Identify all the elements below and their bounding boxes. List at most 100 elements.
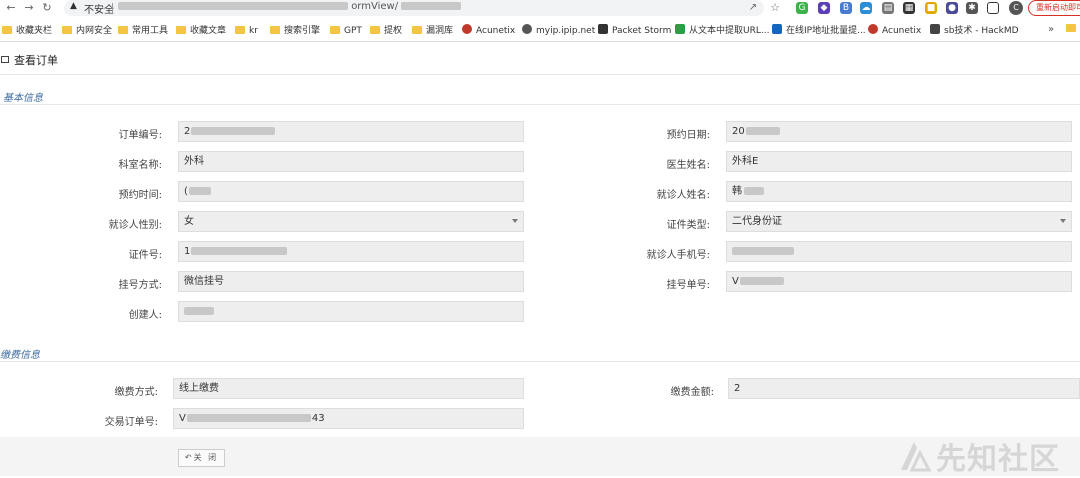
close-button[interactable]: ↶ 关 闭 <box>178 449 225 467</box>
bookmark-label: 收藏夹栏 <box>16 26 53 36</box>
folder-icon <box>1066 24 1076 32</box>
amount-field[interactable]: 2 <box>728 378 1080 399</box>
folder-icon <box>270 26 280 34</box>
reload-icon[interactable]: ↻ <box>40 1 54 15</box>
puzzle-icon[interactable]: ✱ <box>966 2 978 14</box>
bookmark-acunetix-2[interactable]: Acunetix <box>868 24 921 38</box>
page-title: 查看订单 <box>14 54 58 67</box>
extension-purple-icon[interactable]: ◆ <box>818 2 830 14</box>
gender-select[interactable]: 女 <box>178 211 524 232</box>
bookmark-label: 搜索引擎 <box>284 26 321 36</box>
reg-method-field[interactable]: 微信挂号 <box>178 271 524 292</box>
bookmarks-bar: 收藏夹栏 内网安全 常用工具 收藏文章 kr 搜索引擎 GPT 提权 漏洞库 A… <box>0 20 1080 42</box>
bookmark-folder-articles[interactable]: 收藏文章 <box>176 24 226 38</box>
doctor-value: 外科E <box>732 156 759 167</box>
star-icon[interactable]: ☆ <box>768 1 782 15</box>
redacted-value <box>732 247 794 255</box>
bookmark-folder-privesc[interactable]: 提权 <box>370 24 402 38</box>
divider <box>112 3 113 13</box>
redacted-value <box>739 277 784 285</box>
packetstorm-icon <box>598 24 608 34</box>
bookmark-ip-batch[interactable]: 在线IP地址批量提... <box>772 24 866 38</box>
trade-no-field[interactable]: V 43 <box>173 408 524 429</box>
bookmark-folder-kr[interactable]: kr <box>235 24 258 38</box>
bookmark-label: 漏洞库 <box>426 26 454 36</box>
folder-icon <box>62 26 72 34</box>
creator-field[interactable] <box>178 301 524 322</box>
globe-icon <box>522 24 532 34</box>
appoint-date-field[interactable]: 20 <box>726 121 1072 142</box>
id-no-field[interactable]: 1 <box>178 241 524 262</box>
extension-green-icon[interactable]: G <box>796 2 808 14</box>
section-title-payment: 缴费信息 <box>0 350 40 361</box>
id-type-select[interactable]: 二代身份证 <box>726 211 1072 232</box>
redacted-value <box>184 307 214 315</box>
document-extension-icon[interactable]: ▤ <box>882 2 894 14</box>
dept-value: 外科 <box>184 156 204 167</box>
bookmark-myip[interactable]: myip.ipip.net <box>522 24 595 38</box>
reg-no-field[interactable]: V <box>726 271 1072 292</box>
acunetix-icon <box>462 24 472 34</box>
folder-extension-icon[interactable]: ■ <box>925 2 937 14</box>
back-icon[interactable]: ← <box>4 1 18 15</box>
folder-icon <box>235 26 245 34</box>
appoint-time-value: ( <box>184 186 188 197</box>
section-title-basic: 基本信息 <box>3 93 43 104</box>
bookmark-folder-tools[interactable]: 常用工具 <box>118 24 168 38</box>
order-no-field[interactable]: 2 <box>178 121 524 142</box>
order-no-label: 订单编号: <box>118 130 162 141</box>
folder-icon <box>330 26 340 34</box>
patient-name-field[interactable]: 韩 <box>726 181 1072 202</box>
bookmark-folder-favorites[interactable]: 收藏夹栏 <box>2 24 52 38</box>
folder-icon <box>2 26 12 34</box>
bookmarks-overflow-button[interactable]: » <box>1048 24 1054 35</box>
id-no-label: 证件号: <box>128 250 162 261</box>
page-header: 查看订单 <box>0 45 1080 75</box>
forward-icon[interactable]: → <box>22 1 36 15</box>
redacted-value <box>191 127 276 135</box>
creator-label: 创建人: <box>128 310 162 321</box>
url-visible-text: ormView/ <box>351 1 399 12</box>
patient-name-label: 就诊人姓名: <box>656 190 710 201</box>
bookmark-hackmd[interactable]: sb技术 - HackMD <box>930 24 1019 38</box>
bookmark-folder-vulndb[interactable]: 漏洞库 <box>412 24 453 38</box>
bookmark-extract-url[interactable]: 从文本中提取URL... <box>675 24 769 38</box>
bookmark-label: sb技术 - HackMD <box>944 26 1019 36</box>
bookmark-label: myip.ipip.net <box>536 26 596 36</box>
appoint-time-field[interactable]: ( <box>178 181 524 202</box>
bookmark-folder-other[interactable] <box>1066 24 1080 34</box>
reg-no-label: 挂号单号: <box>666 280 710 291</box>
sidebar-icon[interactable] <box>987 2 999 14</box>
phone-field[interactable] <box>726 241 1072 262</box>
bookmark-folder-gpt[interactable]: GPT <box>330 24 362 38</box>
bookmark-label: Acunetix <box>476 26 516 36</box>
bookmark-folder-search[interactable]: 搜索引擎 <box>270 24 320 38</box>
appoint-date-value: 20 <box>732 126 745 137</box>
bookmark-acunetix[interactable]: Acunetix <box>462 24 515 38</box>
extension-blue-icon[interactable]: B <box>840 2 852 14</box>
amount-label: 缴费金额: <box>670 387 714 398</box>
bookmark-label: 从文本中提取URL... <box>689 26 770 36</box>
bookmark-label: kr <box>249 26 258 36</box>
cloud-extension-icon[interactable]: ☁ <box>860 2 872 14</box>
redacted-value <box>191 247 288 255</box>
pay-method-field[interactable]: 线上缴费 <box>173 378 524 399</box>
dept-field[interactable]: 外科 <box>178 151 524 172</box>
grid-extension-icon[interactable]: ▦ <box>903 2 915 14</box>
gender-value: 女 <box>184 216 194 227</box>
bookmark-label: 收藏文章 <box>190 26 227 36</box>
reg-method-value: 微信挂号 <box>184 276 224 287</box>
bookmark-packetstorm[interactable]: Packet Storm <box>598 24 671 38</box>
restart-button[interactable]: 重新启动即可 <box>1028 0 1080 16</box>
doctor-field[interactable]: 外科E <box>726 151 1072 172</box>
circle-extension-icon[interactable]: ● <box>946 2 958 14</box>
folder-icon <box>118 26 128 34</box>
list-icon <box>1 56 9 63</box>
redacted-value <box>186 414 311 422</box>
share-icon[interactable]: ↗ <box>746 1 760 15</box>
bookmark-folder-intranet[interactable]: 内网安全 <box>62 24 112 38</box>
warning-icon: ▲ <box>70 1 77 11</box>
avatar[interactable]: C <box>1009 1 1023 15</box>
address-bar[interactable]: ▲ 不安全 ormView/ <box>64 0 764 16</box>
chevron-down-icon <box>1060 219 1066 223</box>
